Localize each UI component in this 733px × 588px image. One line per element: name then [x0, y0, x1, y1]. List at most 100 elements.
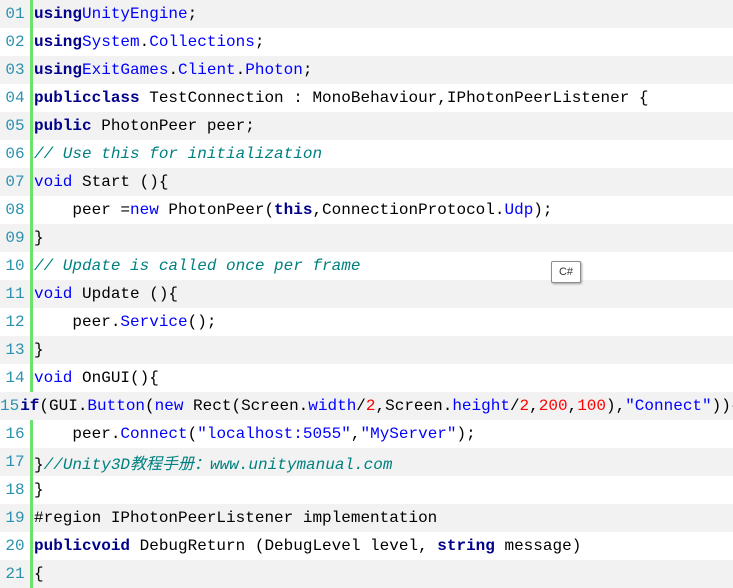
line-number: 03	[0, 56, 30, 84]
code-token: class	[91, 89, 140, 107]
code-line: 18}	[0, 476, 733, 504]
code-text: usingExitGames.Client.Photon;	[33, 61, 312, 79]
code-token: }	[34, 481, 44, 499]
code-token: Service	[120, 313, 188, 331]
code-token: }	[34, 456, 44, 474]
code-token: peer.	[34, 313, 121, 331]
code-text: }//Unity3D教程手册：www.unitymanual.com	[33, 450, 392, 474]
code-token: {	[168, 285, 179, 303]
code-token: message)	[494, 537, 582, 555]
code-token: "Connect"	[625, 397, 712, 415]
code-token: 2	[519, 397, 530, 415]
code-token: Udp	[504, 201, 534, 219]
code-token: ),	[606, 397, 626, 415]
code-text: #region IPhotonPeerListener implementati…	[33, 509, 437, 527]
code-token: void	[34, 285, 73, 303]
code-line: 16 peer.Connect("localhost:5055","MyServ…	[0, 420, 733, 448]
line-number: 19	[0, 504, 30, 532]
code-token: #region IPhotonPeerListener implementati…	[34, 509, 438, 527]
code-text: void Start (){	[33, 173, 168, 191]
line-number: 09	[0, 224, 30, 252]
code-token: peer =	[34, 201, 131, 219]
code-token: .	[139, 33, 150, 51]
line-number: 17	[0, 448, 30, 476]
code-token: /	[356, 397, 366, 415]
code-text: public PhotonPeer peer;	[33, 117, 255, 135]
line-number: 01	[0, 0, 30, 28]
code-token: {	[34, 565, 44, 583]
code-text: publicvoid DebugReturn (DebugLevel level…	[33, 537, 581, 555]
code-line: 15 if(GUI.Button(new Rect(Screen.width/2,…	[0, 392, 733, 420]
code-token: (	[145, 397, 155, 415]
code-token: ;	[254, 33, 265, 51]
language-badge[interactable]: C#	[551, 261, 581, 283]
code-line: 06 // Use this for initialization	[0, 140, 733, 168]
code-text: {	[33, 565, 44, 583]
code-text: if(GUI.Button(new Rect(Screen.width/2,Sc…	[19, 397, 733, 415]
code-token: "localhost:5055"	[197, 425, 351, 443]
line-number: 14	[5, 369, 25, 387]
line-number: 06	[5, 145, 25, 163]
code-token: )){	[711, 397, 733, 415]
line-number: 10	[5, 257, 25, 275]
code-token: PhotonPeer(	[158, 201, 275, 219]
code-token: ;	[187, 5, 198, 23]
code-token: using	[34, 61, 83, 79]
code-token: }	[34, 341, 44, 359]
code-line: 08 peer =new PhotonPeer(this,ConnectionP…	[0, 196, 733, 224]
code-line: 13}	[0, 336, 733, 364]
code-line: 04 publicclass TestConnection : MonoBehav…	[0, 84, 733, 112]
code-text: peer.Connect("localhost:5055","MyServer"…	[33, 425, 476, 443]
code-token: UnityEngine	[82, 5, 188, 23]
code-token: new	[130, 201, 159, 219]
code-block: 01 usingUnityEngine; 02 usingSystem.Collect…	[0, 0, 733, 588]
line-number: 04	[5, 89, 25, 107]
code-token: using	[34, 33, 83, 51]
code-token: string	[437, 537, 495, 555]
code-token: Rect(Screen.	[183, 397, 309, 415]
code-token: ExitGames	[82, 61, 169, 79]
code-token: .	[235, 61, 246, 79]
code-token: Client	[178, 61, 236, 79]
code-token: void	[34, 173, 73, 191]
code-token: /	[509, 397, 520, 415]
code-token: );	[456, 425, 476, 443]
code-token: peer.	[34, 425, 121, 443]
code-token: TestConnection : MonoBehaviour,IPhotonPe…	[139, 89, 649, 107]
code-line: 02 usingSystem.Collections;	[0, 28, 733, 56]
line-number: 05	[0, 112, 30, 140]
code-line: 01 usingUnityEngine;	[0, 0, 733, 28]
code-token: this	[274, 201, 313, 219]
code-text: usingSystem.Collections;	[33, 33, 264, 51]
code-token: (GUI.	[39, 397, 88, 415]
line-number: 02	[5, 33, 25, 51]
code-token: {	[158, 173, 169, 191]
code-token: (	[187, 425, 198, 443]
code-token: 2	[365, 397, 376, 415]
code-token: public	[34, 537, 92, 555]
code-token: OnGUI()	[72, 369, 150, 387]
line-number: 08	[5, 201, 25, 219]
code-token: DebugReturn (DebugLevel level,	[130, 537, 438, 555]
code-text: }	[33, 481, 44, 499]
code-token: ,	[567, 397, 578, 415]
code-token: void	[91, 537, 131, 555]
code-text: publicclass TestConnection : MonoBehavio…	[33, 89, 649, 107]
code-text: usingUnityEngine;	[33, 5, 197, 23]
code-token: // Update is called once per frame	[34, 257, 361, 275]
code-token: PhotonPeer peer;	[91, 117, 255, 135]
line-number: 21	[0, 560, 30, 588]
code-line: 07 void Start (){	[0, 168, 733, 196]
code-text: void OnGUI(){	[33, 369, 159, 387]
code-token: 200	[538, 397, 568, 415]
code-lines: 01 usingUnityEngine; 02 usingSystem.Collect…	[0, 0, 733, 588]
code-token: ,	[529, 397, 539, 415]
line-number: 16	[5, 425, 25, 443]
code-token: .	[168, 61, 179, 79]
line-number: 07	[0, 168, 30, 196]
line-number: 13	[0, 336, 30, 364]
code-token: public	[34, 89, 92, 107]
line-number: 12	[5, 313, 25, 331]
code-line: 10 // Update is called once per frame	[0, 252, 733, 280]
code-line: 05 public PhotonPeer peer;	[0, 112, 733, 140]
